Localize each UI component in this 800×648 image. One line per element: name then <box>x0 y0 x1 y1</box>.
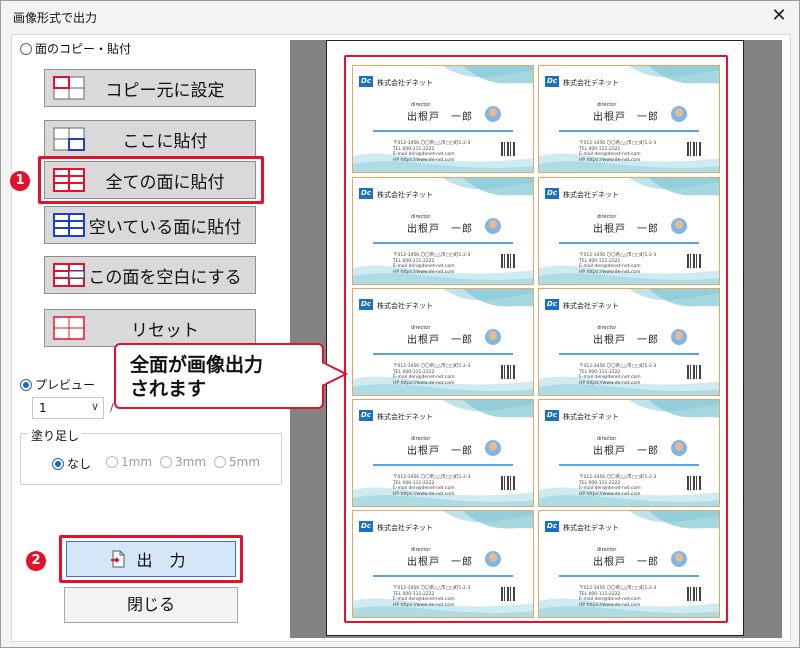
grid-blank-icon <box>53 263 85 287</box>
grid-red-corner-icon <box>53 76 85 100</box>
all-cards-highlight <box>344 55 728 623</box>
bleed-5mm-label: 5mm <box>229 455 261 469</box>
page-select-value: 1 <box>39 401 47 415</box>
grid-reset-icon <box>53 316 85 340</box>
step-2-badge: 2 <box>26 551 46 571</box>
bleed-group-label: 塗り足し <box>28 427 83 444</box>
output-button[interactable]: 出 力 <box>66 541 236 577</box>
bleed-5mm-radio: 5mm <box>214 455 260 469</box>
window-title: 画像形式で出力 <box>13 11 98 25</box>
bleed-1mm-radio: 1mm <box>106 455 152 469</box>
paste-all-highlight <box>38 156 264 204</box>
bleed-none-radio[interactable]: なし <box>52 455 91 472</box>
close-icon[interactable]: ✕ <box>765 5 793 29</box>
reset-label: リセット <box>131 320 199 341</box>
paste-here-button[interactable]: ここに貼付 <box>44 120 256 158</box>
bleed-none-label: なし <box>67 457 92 471</box>
page-select[interactable]: 1 ∨ <box>32 397 104 419</box>
grid-blue-cell-icon <box>53 127 85 151</box>
set-copy-source-button[interactable]: コピー元に設定 <box>44 69 256 107</box>
copy-paste-mode-label: 面のコピー・貼付 <box>35 42 132 56</box>
preview-mode-label: プレビュー <box>35 378 96 392</box>
paste-empty-label: 空いている面に貼付 <box>88 217 242 238</box>
bleed-3mm-label: 3mm <box>175 455 207 469</box>
make-blank-button[interactable]: この面を空白にする <box>44 256 256 294</box>
callout-box: 全面が画像出力 されます <box>114 343 324 409</box>
paste-empty-button[interactable]: 空いている面に貼付 <box>44 206 256 244</box>
callout-line-2: されます <box>130 378 207 400</box>
make-blank-label: この面を空白にする <box>88 267 242 288</box>
radio-off-icon <box>106 456 118 468</box>
radio-on-icon <box>20 378 32 391</box>
paste-here-label: ここに貼付 <box>122 131 208 152</box>
callout-pointer <box>322 361 348 387</box>
bleed-3mm-radio: 3mm <box>160 455 206 469</box>
title-bar: 画像形式で出力 ✕ <box>1 1 799 33</box>
bleed-1mm-label: 1mm <box>121 455 153 469</box>
radio-off-icon <box>214 456 226 468</box>
grid-blue-all-icon <box>53 213 85 237</box>
set-copy-source-label: コピー元に設定 <box>105 80 225 101</box>
close-button[interactable]: 閉じる <box>64 587 238 623</box>
chevron-down-icon: ∨ <box>90 400 99 413</box>
step-1-badge: 1 <box>10 171 30 191</box>
copy-paste-mode-radio[interactable]: 面のコピー・貼付 <box>20 40 131 57</box>
output-label: 出 力 <box>136 551 192 570</box>
callout-line-1: 全面が画像出力 <box>130 354 264 376</box>
radio-off-icon <box>160 456 172 468</box>
radio-off-icon <box>20 42 32 55</box>
reset-button[interactable]: リセット <box>44 309 256 347</box>
preview-mode-radio[interactable]: プレビュー <box>20 376 95 393</box>
radio-on-icon <box>52 457 64 470</box>
export-file-icon <box>110 550 126 568</box>
